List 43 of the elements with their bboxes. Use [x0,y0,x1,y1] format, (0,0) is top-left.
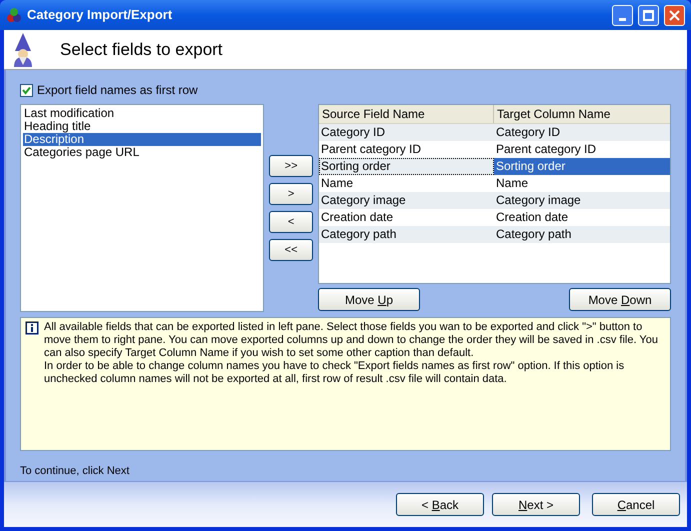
info-text: In order to be able to change column names you have to check "Export fields names as first row" option. If this option is unchecked column names will not be exported at all, first row of result .csv file will contain data. [44,360,626,386]
info-icon [25,321,39,335]
table-cell-text: Category path [320,226,398,243]
maximize-button[interactable] [638,4,659,26]
close-icon [669,10,680,20]
table-cell-text: Category ID [495,124,562,141]
wizard-icon [12,32,34,66]
table-cell: Sorting order [494,158,670,175]
table-cell-text: Category ID [320,124,386,141]
table-cell-text: Category image [320,192,407,209]
list-item[interactable]: Heading title [23,120,262,133]
page-title: Select fields to export [60,38,223,61]
move-button[interactable]: < [269,211,314,233]
checkmark-icon [22,86,31,94]
list-item[interactable]: Description [23,133,262,146]
move-down-button[interactable]: Move Down [569,288,671,311]
move-button[interactable]: > [269,183,314,205]
table-cell-text: Name [320,175,354,192]
table-cell-text: Name [495,175,530,192]
info-text: All available fields that can be exported listed in left pane. Select those fields you wan to be exported and click ">" button to move them to right pane. You can move exported columns up and down to change the order they will be saved in .csv file. You can also specify Target Column Name if you wish to set some other caption than default. [44,321,659,360]
table-cell-text: Creation date [320,209,394,226]
back-button[interactable]: < Back [396,493,484,516]
move-button[interactable]: >> [269,155,314,177]
table-cell: Sorting order [319,158,494,175]
export-names-checkbox[interactable]: Export field names as first row [20,82,671,98]
list-item[interactable]: Last modification [23,107,262,120]
move-up-button[interactable]: Move Up [318,288,420,311]
cancel-button[interactable]: Cancel [592,493,680,516]
column-header[interactable]: Target Column Name [494,105,670,123]
close-button[interactable] [664,4,685,26]
table-cell-text: Parent category ID [320,141,422,158]
table-cell-text: Creation date [495,209,570,226]
column-header[interactable]: Source Field Name [319,105,494,123]
app-icon [6,7,22,23]
next-button[interactable]: Next > [492,493,580,516]
table-cell-text: Category path [495,226,572,243]
table-cell-text: Category image [495,192,582,209]
list-item[interactable]: Categories page URL [23,146,262,159]
table-cell-text: Parent category ID [495,141,598,158]
status-text: To continue, click Next [20,464,130,479]
move-button[interactable]: << [269,239,314,261]
window-title: Category Import/Export [27,6,174,24]
minimize-button[interactable] [612,4,633,26]
